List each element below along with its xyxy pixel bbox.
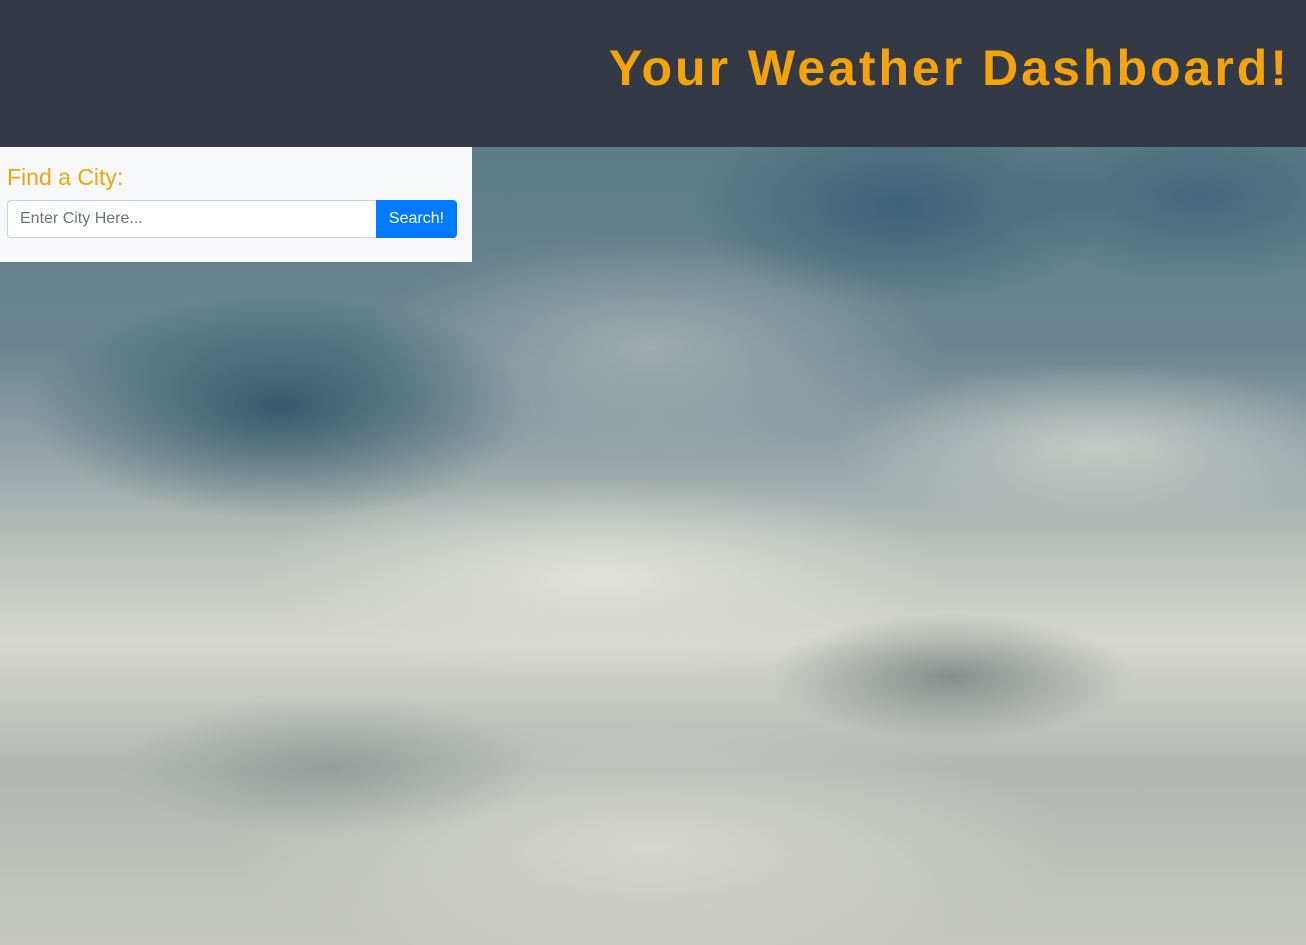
page-title: Your Weather Dashboard! xyxy=(608,40,1290,96)
cloudy-sky-background xyxy=(0,147,1306,945)
city-search-panel: Find a City: Search! xyxy=(0,147,472,262)
search-button[interactable]: Search! xyxy=(376,200,457,238)
page-header: Your Weather Dashboard! xyxy=(0,0,1306,147)
find-city-label: Find a City: xyxy=(7,164,124,190)
city-search-input[interactable] xyxy=(7,200,376,238)
